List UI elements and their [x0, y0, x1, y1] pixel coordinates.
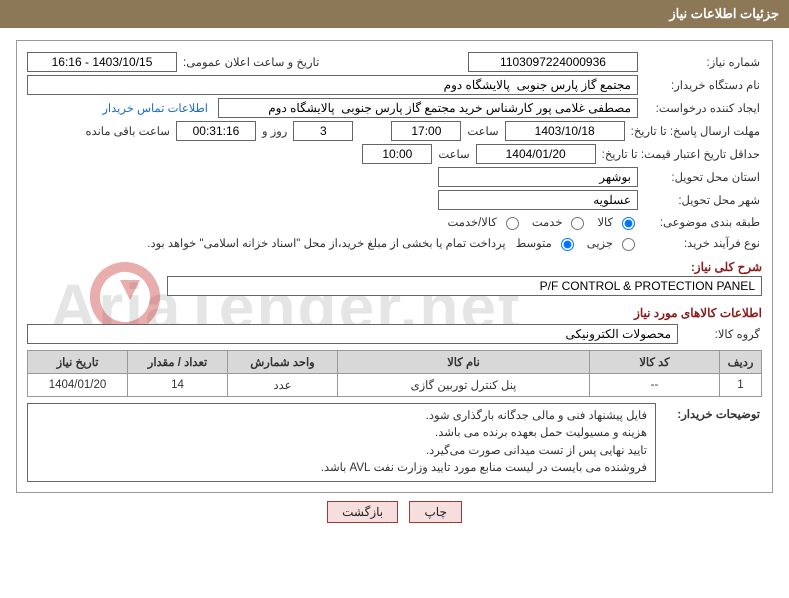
note-line: فایل پیشنهاد فنی و مالی جدگانه بارگذاری …: [36, 408, 647, 425]
th-idx: ردیف: [720, 351, 762, 374]
need-desc-head: شرح کلی نیاز:: [691, 260, 762, 274]
deliv-prov-field: [438, 167, 638, 187]
cell-idx: 1: [720, 374, 762, 397]
label-item-group: گروه کالا:: [682, 325, 762, 343]
label-announce-dt: تاریخ و ساعت اعلان عمومی:: [181, 53, 321, 71]
label-deliv-city: شهر محل تحویل:: [642, 191, 762, 209]
label-remain: ساعت باقی مانده: [84, 122, 172, 140]
buyer-contact-link[interactable]: اطلاعات تماس خریدار: [96, 101, 214, 115]
th-code: کد کالا: [590, 351, 720, 374]
purchase-radio-group: جزیی متوسط: [510, 235, 638, 251]
page-title: جزئیات اطلاعات نیاز: [669, 6, 779, 21]
hours-remain-field: [176, 121, 256, 141]
label-purchase-type: نوع فرآیند خرید:: [642, 234, 762, 252]
items-table: ردیف کد کالا نام کالا واحد شمارش تعداد /…: [27, 350, 762, 397]
note-line: تایید نهایی پس از تست میدانی صورت می‌گیر…: [36, 443, 647, 460]
radio-medium-label: متوسط: [510, 236, 552, 250]
cell-code: --: [590, 374, 720, 397]
resp-date-field: [505, 121, 625, 141]
back-button[interactable]: بازگشت: [327, 501, 398, 523]
radio-goods-label: کالا: [591, 215, 613, 229]
page-title-bar: جزئیات اطلاعات نیاز: [0, 0, 789, 28]
radio-both[interactable]: [506, 217, 519, 230]
buyer-org-field: [27, 75, 638, 95]
button-row: چاپ بازگشت: [0, 501, 789, 523]
label-min-valid: حداقل تاریخ اعتبار قیمت: تا تاریخ:: [600, 145, 762, 163]
radio-goods[interactable]: [622, 217, 635, 230]
cell-qty: 14: [128, 374, 228, 397]
min-valid-date-field: [476, 144, 596, 164]
label-need-no: شماره نیاز:: [642, 53, 762, 71]
cell-unit: عدد: [228, 374, 338, 397]
th-date: تاریخ نیاز: [28, 351, 128, 374]
cell-name: پنل کنترل توربین گازی: [338, 374, 590, 397]
radio-service-label: خدمت: [526, 215, 563, 229]
note-line: هزینه و مسیولیت حمل بعهده برنده می باشد.: [36, 425, 647, 442]
need-desc-field: [167, 276, 762, 296]
label-buyer-notes: توضیحات خریدار:: [662, 403, 762, 423]
label-day-and: روز و: [260, 122, 289, 140]
radio-medium[interactable]: [561, 238, 574, 251]
table-row: 1 -- پنل کنترل توربین گازی عدد 14 1404/0…: [28, 374, 762, 397]
th-unit: واحد شمارش: [228, 351, 338, 374]
creator-field: [218, 98, 638, 118]
buyer-notes-box: فایل پیشنهاد فنی و مالی جدگانه بارگذاری …: [27, 403, 656, 482]
announce-dt-field: [27, 52, 177, 72]
resp-hour-field: [391, 121, 461, 141]
label-resp-deadline: مهلت ارسال پاسخ: تا تاریخ:: [629, 122, 762, 140]
label-hour-2: ساعت: [436, 145, 471, 163]
subject-radio-group: کالا خدمت کالا/خدمت: [442, 214, 639, 230]
note-line: فروشنده می بایست در لیست منابع مورد تایی…: [36, 460, 647, 477]
min-valid-hour-field: [362, 144, 432, 164]
radio-partial-label: جزیی: [581, 236, 613, 250]
days-remain-field: [293, 121, 353, 141]
label-buyer-org: نام دستگاه خریدار:: [642, 76, 762, 94]
item-group-field: [27, 324, 678, 344]
cell-date: 1404/01/20: [28, 374, 128, 397]
radio-both-label: کالا/خدمت: [442, 215, 497, 229]
radio-service[interactable]: [571, 217, 584, 230]
label-subject-class: طبقه بندی موضوعی:: [642, 213, 762, 231]
main-panel: شماره نیاز: تاریخ و ساعت اعلان عمومی: نا…: [16, 40, 773, 493]
label-deliv-prov: استان محل تحویل:: [642, 168, 762, 186]
label-creator: ایجاد کننده درخواست:: [642, 99, 762, 117]
items-section-head: اطلاعات کالاهای مورد نیاز: [27, 306, 762, 320]
deliv-city-field: [438, 190, 638, 210]
need-no-field: [468, 52, 638, 72]
print-button[interactable]: چاپ: [409, 501, 461, 523]
label-hour-1: ساعت: [465, 122, 500, 140]
th-qty: تعداد / مقدار: [128, 351, 228, 374]
radio-partial[interactable]: [622, 238, 635, 251]
purchase-note: پرداخت تمام یا بخشی از مبلغ خرید،از محل …: [139, 234, 505, 252]
th-name: نام کالا: [338, 351, 590, 374]
